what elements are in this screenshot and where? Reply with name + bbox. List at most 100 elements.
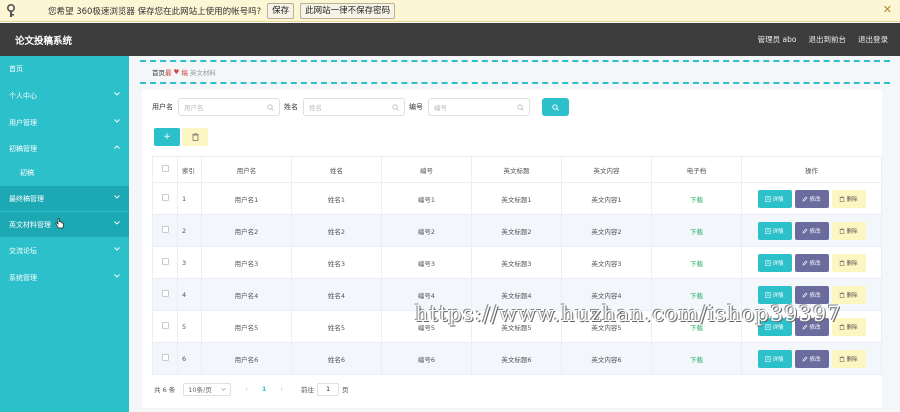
delete-button[interactable]: 删除 [831, 349, 866, 368]
row-select-cell[interactable] [152, 182, 178, 215]
edit-button[interactable]: 修改 [794, 349, 829, 368]
batch-delete-button[interactable] [182, 128, 208, 146]
trash-icon [840, 355, 845, 362]
row-checkbox[interactable] [161, 258, 169, 265]
cell-username: 用户名3 [201, 246, 292, 279]
close-icon[interactable]: ✕ [883, 3, 892, 16]
prev-page-button[interactable]: ‹ [245, 385, 248, 393]
row-checkbox[interactable] [161, 354, 169, 361]
cell-actions: 详情 修改 删除 [741, 182, 882, 215]
cell-index: 5 [177, 310, 202, 343]
edit-button[interactable]: 修改 [794, 189, 829, 208]
never-save-button[interactable]: 此网站一律不保存密码 [300, 2, 396, 19]
chevron-down-icon [114, 92, 120, 96]
delete-button[interactable]: 删除 [831, 317, 866, 336]
page-suffix: 页 [342, 386, 349, 394]
download-link[interactable]: 下载 [690, 292, 703, 300]
row-select-cell[interactable] [152, 310, 178, 343]
cell-username: 用户名5 [201, 310, 292, 343]
name-search-input[interactable]: 姓名 [303, 98, 405, 116]
goto-page-input[interactable]: 1 [317, 382, 340, 396]
search-button[interactable] [542, 98, 569, 116]
detail-button[interactable]: 详情 [757, 317, 792, 336]
cell-index: 6 [177, 342, 202, 375]
delete-button[interactable]: 删除 [831, 189, 866, 208]
number-search-input[interactable]: 编号 [428, 98, 530, 116]
download-link[interactable]: 下载 [690, 228, 703, 236]
table-row: 5 用户名5 姓名5 编号5 英文标题5 英文内容5 下载 详情 修改 删除 [152, 310, 882, 343]
row-checkbox[interactable] [161, 322, 169, 329]
cell-title: 英文标题3 [471, 246, 562, 279]
select-all-cell[interactable] [152, 156, 178, 183]
cell-file: 下载 [651, 214, 742, 247]
next-page-button[interactable]: › [280, 385, 283, 393]
row-checkbox[interactable] [161, 290, 169, 297]
sidebar-item-profile[interactable]: 个人中心 [0, 83, 129, 108]
sidebar-item-forum[interactable]: 交流论坛 [0, 238, 129, 263]
cell-name: 姓名3 [291, 246, 382, 279]
username-search-input[interactable]: 用户名 [178, 98, 280, 116]
row-checkbox[interactable] [161, 226, 169, 233]
app-header: 论文投稿系统 管理员 abo 退出到前台 退出登录 [0, 23, 900, 56]
cell-username: 用户名4 [201, 278, 292, 311]
row-select-cell[interactable] [152, 278, 178, 311]
page-number-current[interactable]: 1 [262, 385, 267, 393]
delete-button[interactable]: 删除 [831, 253, 866, 272]
page-size-select[interactable]: 10条/页 [183, 382, 232, 396]
sidebar-item-final-drafts[interactable]: 最终稿管理 [0, 186, 129, 211]
trash-icon [191, 133, 199, 141]
trash-icon [840, 259, 845, 266]
select-all-checkbox[interactable] [161, 165, 169, 172]
cell-file: 下载 [651, 182, 742, 215]
data-table: 索引 用户名 姓名 编号 英文标题 英文内容 电子档 操作 1 用户名1 姓名1 编号… [152, 156, 882, 375]
goto-label: 前往 [301, 386, 315, 394]
column-header-index: 索引 [177, 156, 202, 183]
detail-button[interactable]: 详情 [757, 189, 792, 208]
pencil-icon [803, 196, 808, 201]
sidebar-item-users[interactable]: 用户管理 [0, 110, 129, 135]
delete-button[interactable]: 删除 [831, 285, 866, 304]
back-to-front-link[interactable]: 退出到前台 [809, 34, 847, 45]
column-header-username: 用户名 [201, 156, 292, 183]
row-select-cell[interactable] [152, 214, 178, 247]
detail-button[interactable]: 详情 [757, 349, 792, 368]
search-icon [267, 103, 274, 111]
app-title: 论文投稿系统 [15, 35, 73, 47]
pagination: 共 6 条 10条/页 ‹ 1 › 前往 1 页 [154, 382, 349, 396]
download-link[interactable]: 下载 [690, 260, 703, 268]
edit-button[interactable]: 修改 [794, 285, 829, 304]
download-link[interactable]: 下载 [690, 356, 703, 364]
column-header-content: 英文内容 [561, 156, 652, 183]
detail-button[interactable]: 详情 [757, 285, 792, 304]
edit-button[interactable]: 修改 [794, 317, 829, 336]
logout-link[interactable]: 退出登录 [858, 34, 888, 45]
breadcrumb-home[interactable]: 首页 [152, 67, 165, 77]
edit-button[interactable]: 修改 [794, 221, 829, 240]
pencil-icon [803, 228, 808, 233]
password-bar-message: 您希望 360极速浏览器 保存您在此网站上使用的帐号吗? [48, 6, 262, 17]
save-password-button[interactable]: 保存 [267, 2, 295, 19]
trash-icon [840, 195, 845, 202]
table-row: 2 用户名2 姓名2 编号2 英文标题2 英文内容2 下载 详情 修改 删除 [152, 214, 882, 247]
row-select-cell[interactable] [152, 342, 178, 375]
sidebar-item-system[interactable]: 系统管理 [0, 265, 129, 290]
column-header-file: 电子档 [651, 156, 742, 183]
row-select-cell[interactable] [152, 246, 178, 279]
username-label: 用户名 [152, 103, 173, 111]
detail-button[interactable]: 详情 [757, 253, 792, 272]
detail-button[interactable]: 详情 [757, 221, 792, 240]
cell-number: 编号1 [381, 182, 472, 215]
row-checkbox[interactable] [161, 194, 169, 201]
sidebar-subitem-draft[interactable]: 初稿 [0, 160, 129, 185]
sidebar-item-drafts[interactable]: 初稿管理 [0, 136, 129, 161]
sidebar-item-home[interactable]: 首页 [0, 56, 129, 81]
delete-button[interactable]: 删除 [831, 221, 866, 240]
edit-button[interactable]: 修改 [794, 253, 829, 272]
cell-number: 编号2 [381, 214, 472, 247]
download-link[interactable]: 下载 [690, 196, 703, 204]
cell-title: 英文标题6 [471, 342, 562, 375]
trash-icon [840, 323, 845, 330]
download-link[interactable]: 下载 [690, 324, 703, 332]
add-button[interactable]: + [154, 128, 180, 146]
cell-file: 下载 [651, 246, 742, 279]
